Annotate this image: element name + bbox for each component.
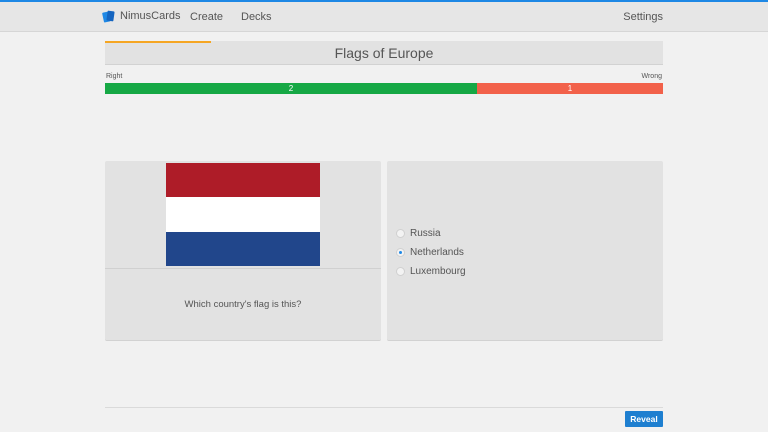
right-label: Right [106, 73, 123, 80]
answer-option[interactable]: Russia [396, 224, 466, 243]
answer-card: Russia Netherlands Luxembourg [387, 161, 663, 341]
deck-title-bar: Flags of Europe [105, 41, 663, 65]
cards-logo-icon [102, 10, 115, 23]
wrong-count-segment: 1 [477, 83, 663, 94]
radio-button[interactable] [396, 229, 405, 238]
nav-decks-link[interactable]: Decks [241, 11, 272, 23]
answer-option-label: Luxembourg [410, 266, 466, 277]
nav-create-link[interactable]: Create [190, 11, 223, 23]
question-text: Which country's flag is this? [184, 299, 302, 310]
navbar: NimusCards Create Decks Settings [0, 2, 768, 32]
flag-stripe [166, 163, 320, 198]
answer-option-label: Russia [410, 228, 441, 239]
radio-button[interactable] [396, 267, 405, 276]
question-card: Which country's flag is this? [105, 161, 381, 341]
nav-settings-link[interactable]: Settings [623, 11, 663, 23]
answer-option[interactable]: Netherlands [396, 243, 466, 262]
flag-stripe [166, 231, 320, 266]
score-bar: 2 1 [105, 83, 663, 94]
flag-image [166, 163, 320, 266]
answer-option[interactable]: Luxembourg [396, 262, 466, 281]
card-divider [105, 268, 381, 269]
radio-button[interactable] [396, 248, 405, 257]
answer-option-label: Netherlands [410, 247, 464, 258]
deck-progress-indicator [105, 41, 212, 43]
brand-name: NimusCards [120, 10, 181, 22]
brand[interactable]: NimusCards [102, 9, 181, 23]
answer-options: Russia Netherlands Luxembourg [396, 224, 466, 281]
flag-stripe [166, 197, 320, 232]
footer-divider [105, 407, 663, 408]
deck-title: Flags of Europe [334, 45, 434, 61]
right-count-segment: 2 [105, 83, 477, 94]
reveal-button[interactable]: Reveal [625, 411, 663, 427]
wrong-label: Wrong [641, 73, 663, 80]
